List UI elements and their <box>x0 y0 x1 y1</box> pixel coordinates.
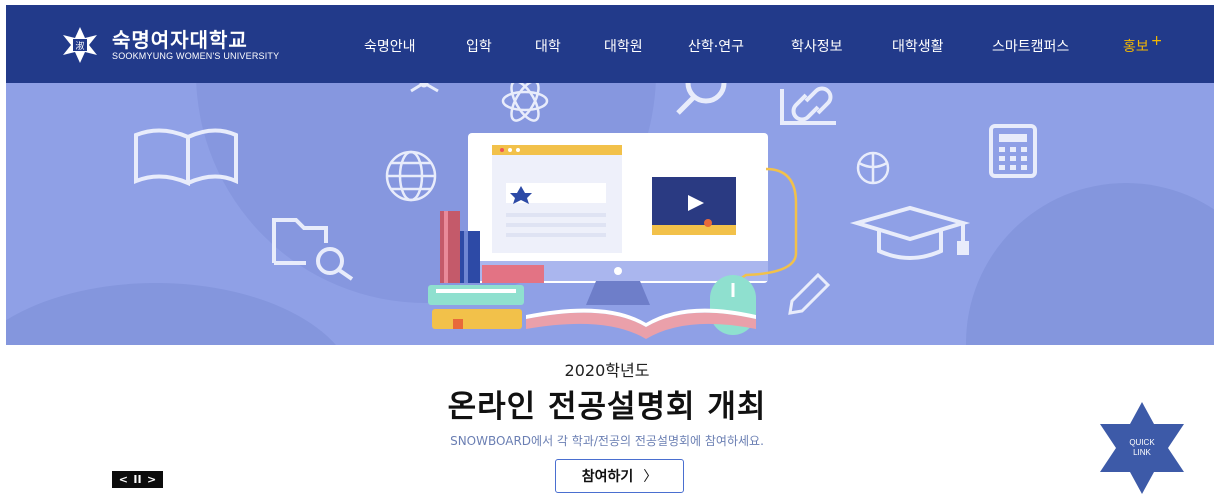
bg-circle-shape <box>966 183 1214 345</box>
bg-circle-shape <box>6 283 336 345</box>
chevron-right-icon: 〉 <box>643 469 658 485</box>
slide-headline: 온라인 전공설명회 개최 <box>447 389 767 425</box>
calculator-icon <box>989 124 1037 178</box>
slide-caption: 2020학년도 온라인 전공설명회 개최 SNOWBOARD에서 각 학과/전공… <box>0 345 1214 496</box>
link-icon <box>780 86 836 125</box>
slide-year: 2020학년도 <box>564 361 650 380</box>
banner-illustration <box>6 83 1214 345</box>
slide-controls: < II > <box>112 471 163 488</box>
nav-academic-info[interactable]: 학사정보 <box>791 36 843 56</box>
nav-smart-campus[interactable]: 스마트캠퍼스 <box>992 36 1069 56</box>
magnifier-icon <box>676 83 727 115</box>
plus-icon: + <box>1150 33 1163 49</box>
join-button-label: 참여하기 <box>581 469 634 485</box>
join-button[interactable]: 참여하기 〉 <box>555 459 684 493</box>
pencil-icon <box>788 272 831 315</box>
graduation-cap-icon <box>849 205 971 260</box>
top-header: 淑 숙명여자대학교 SOOKMYUNG WOMEN'S UNIVERSITY 숙… <box>6 5 1214 83</box>
nav-promotion[interactable]: 홍보 + <box>1123 33 1163 56</box>
next-slide-button[interactable]: > <box>147 471 156 488</box>
slide-subtext: SNOWBOARD에서 각 학과/전공의 전공설명회에 참여하세요. <box>450 434 764 448</box>
nav-colleges[interactable]: 대학 <box>535 36 561 56</box>
quick-link-line1: QUICK <box>1129 438 1155 447</box>
main-navigation: 숙명안내 입학 대학 대학원 산학·연구 학사정보 대학생활 스마트캠퍼스 홍보… <box>6 5 1214 83</box>
nav-graduate-school[interactable]: 대학원 <box>604 36 643 56</box>
nav-admission[interactable]: 입학 <box>466 36 492 56</box>
main-banner[interactable] <box>6 83 1214 345</box>
basketball-icon <box>856 151 890 185</box>
quick-link-line2: LINK <box>1133 448 1151 457</box>
pause-slide-button[interactable]: II <box>133 471 141 488</box>
quick-link-button[interactable]: QUICK LINK <box>1098 400 1186 496</box>
nav-about[interactable]: 숙명안내 <box>364 36 416 56</box>
nav-promotion-label: 홍보 <box>1123 39 1149 55</box>
nav-campus-life[interactable]: 대학생활 <box>892 36 944 56</box>
prev-slide-button[interactable]: < <box>119 471 128 488</box>
nav-research[interactable]: 산학·연구 <box>688 36 744 56</box>
